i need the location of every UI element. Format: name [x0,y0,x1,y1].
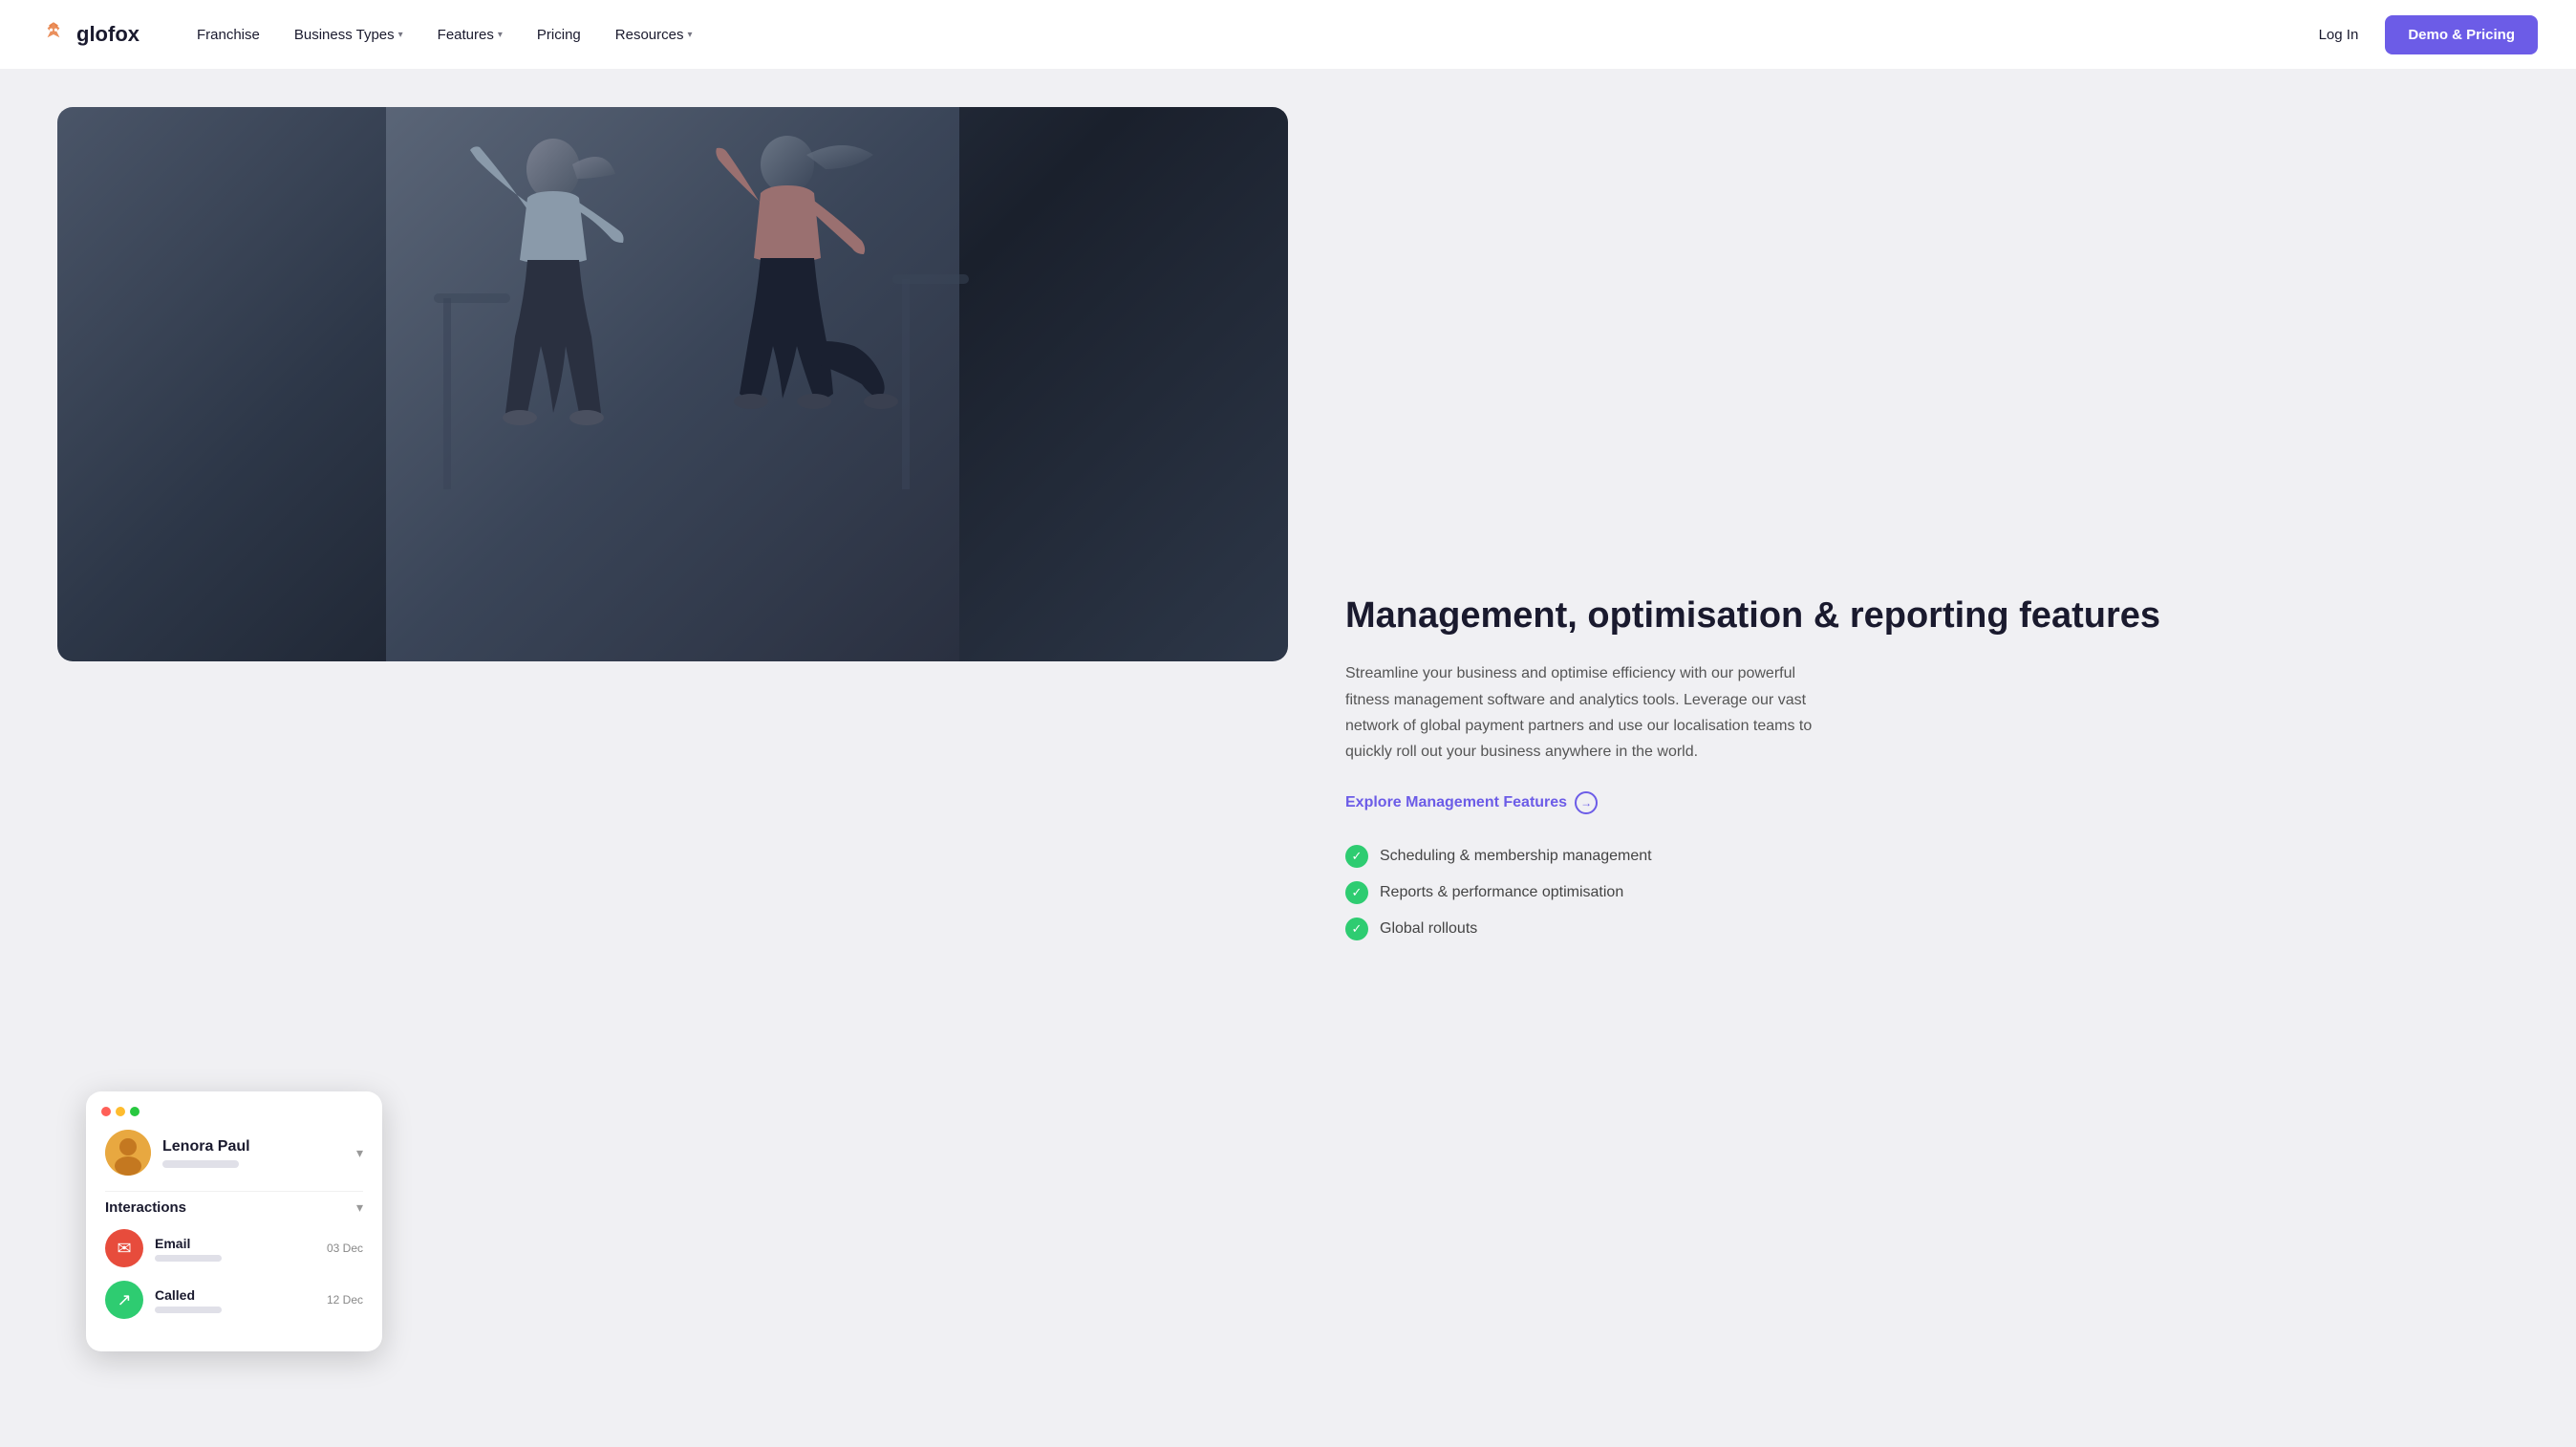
card-chevron-icon[interactable]: ▾ [356,1145,363,1161]
red-dot [101,1107,111,1116]
nav-links: Franchise Business Types ▾ Features ▾ Pr… [197,27,2319,43]
profile-card: Lenora Paul ▾ Interactions ▾ ✉ Email 03 … [86,1091,382,1351]
yellow-dot [116,1107,125,1116]
hero-title: Management, optimisation & reporting fea… [1345,594,2519,638]
nav-right: Log In Demo & Pricing [2319,15,2538,54]
hero-description: Streamline your business and optimise ef… [1345,660,1823,765]
demo-pricing-button[interactable]: Demo & Pricing [2385,15,2538,54]
called-label: Called [155,1287,315,1303]
logo-text: glofox [76,22,140,47]
email-date: 03 Dec [327,1242,363,1255]
interactions-label: Interactions [105,1199,186,1216]
checkmark-icon-2: ✓ [1345,881,1368,904]
feature-label-2: Reports & performance optimisation [1380,884,1623,901]
arrow-circle-icon: → [1575,791,1598,814]
features-list: ✓ Scheduling & membership management ✓ R… [1345,845,2519,940]
explore-features-link[interactable]: Explore Management Features → [1345,791,2519,814]
feature-label-1: Scheduling & membership management [1380,848,1652,865]
window-dots [101,1107,140,1116]
phone-icon: ↗ [105,1281,143,1319]
feature-item-1: ✓ Scheduling & membership management [1345,845,2519,868]
interactions-header: Interactions ▾ [105,1191,363,1216]
interactions-chevron-icon[interactable]: ▾ [356,1199,363,1216]
navbar: glofox Franchise Business Types ▾ Featur… [0,0,2576,69]
explore-label: Explore Management Features [1345,794,1567,811]
user-name: Lenora Paul [162,1138,345,1155]
avatar [105,1130,151,1176]
main-content: Lenora Paul ▾ Interactions ▾ ✉ Email 03 … [0,69,2576,1447]
nav-resources[interactable]: Resources ▾ [615,27,693,43]
hero-bg [57,107,1288,661]
nav-business-types[interactable]: Business Types ▾ [294,27,403,43]
nav-franchise[interactable]: Franchise [197,27,260,43]
user-info: Lenora Paul [162,1138,345,1168]
email-icon: ✉ [105,1229,143,1267]
right-section: Management, optimisation & reporting fea… [1345,107,2519,1409]
chevron-down-icon: ▾ [498,30,503,40]
email-sub-bar [155,1255,222,1262]
user-subtitle-bar [162,1160,239,1168]
feature-item-2: ✓ Reports & performance optimisation [1345,881,2519,904]
logo[interactable]: glofox [38,19,140,50]
chevron-down-icon: ▾ [398,30,403,40]
email-interaction: ✉ Email 03 Dec [105,1229,363,1267]
hero-image [57,107,1288,661]
nav-features[interactable]: Features ▾ [438,27,503,43]
left-section: Lenora Paul ▾ Interactions ▾ ✉ Email 03 … [57,107,1288,1409]
called-interaction: ↗ Called 12 Dec [105,1281,363,1319]
checkmark-icon-1: ✓ [1345,845,1368,868]
email-info: Email [155,1236,315,1262]
feature-label-3: Global rollouts [1380,920,1477,938]
green-dot [130,1107,140,1116]
nav-pricing[interactable]: Pricing [537,27,581,43]
called-date: 12 Dec [327,1293,363,1307]
called-info: Called [155,1287,315,1313]
feature-item-3: ✓ Global rollouts [1345,918,2519,940]
card-header: Lenora Paul ▾ [105,1130,363,1176]
called-sub-bar [155,1307,222,1313]
email-label: Email [155,1236,315,1251]
hero-silhouettes [57,107,1288,661]
login-link[interactable]: Log In [2319,27,2359,43]
checkmark-icon-3: ✓ [1345,918,1368,940]
chevron-down-icon: ▾ [687,30,692,40]
